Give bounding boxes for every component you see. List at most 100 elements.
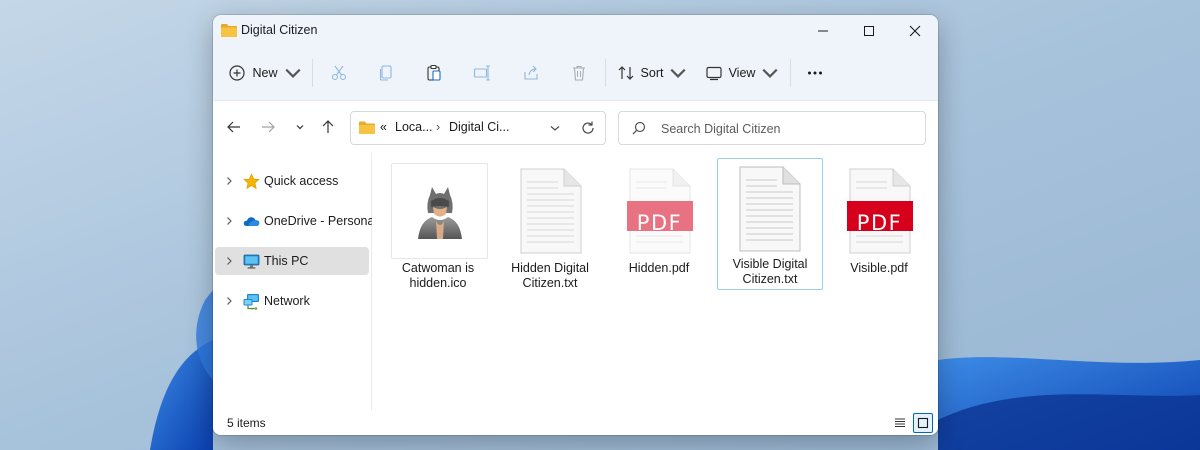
nav-item-this-pc[interactable]: This PC bbox=[215, 247, 369, 275]
file-tile-visible-pdf[interactable]: PDF bbox=[832, 162, 927, 256]
share-icon bbox=[524, 65, 538, 80]
scissors-icon bbox=[331, 65, 347, 81]
file-name: Hidden Digital Citizen.txt bbox=[490, 261, 610, 291]
file-name-line: hidden.ico bbox=[409, 276, 467, 290]
plus-circle-icon bbox=[229, 65, 246, 81]
refresh-icon[interactable] bbox=[580, 120, 596, 136]
file-name: Visible.pdf bbox=[819, 261, 938, 276]
trash-icon bbox=[573, 65, 585, 81]
address-bar[interactable]: « Loca... › Digital Ci... bbox=[350, 111, 606, 145]
pdf-badge-text: PDF bbox=[636, 211, 683, 235]
maximize-icon bbox=[864, 26, 874, 36]
copy-icon bbox=[379, 65, 392, 81]
catwoman-image-icon bbox=[417, 187, 462, 239]
rename-button[interactable] bbox=[466, 57, 498, 89]
toolbar-separator bbox=[312, 59, 313, 87]
address-overflow[interactable]: « bbox=[380, 120, 387, 134]
arrow-up-icon bbox=[322, 120, 334, 133]
chevron-right-icon[interactable] bbox=[224, 256, 234, 266]
file-name: Catwoman is hidden.ico bbox=[378, 261, 498, 291]
nav-label: OneDrive - Personal bbox=[264, 214, 378, 228]
status-bar: 5 items bbox=[213, 410, 938, 435]
onedrive-cloud-icon bbox=[243, 217, 260, 226]
new-button-label: New bbox=[252, 66, 278, 80]
chevron-down-icon bbox=[762, 68, 778, 78]
close-icon bbox=[909, 25, 921, 37]
file-tile-catwoman-ico[interactable] bbox=[391, 163, 488, 259]
file-name-line: Citizen.txt bbox=[742, 272, 798, 286]
star-icon bbox=[243, 173, 260, 190]
recent-locations-button[interactable] bbox=[290, 117, 310, 137]
file-name: Visible Digital Citizen.txt bbox=[710, 257, 830, 287]
view-button[interactable]: View bbox=[703, 57, 781, 89]
chevron-right-icon[interactable] bbox=[224, 216, 234, 226]
network-icon bbox=[243, 294, 259, 310]
nav-label: Network bbox=[264, 294, 310, 308]
nav-item-network[interactable]: Network bbox=[215, 287, 369, 315]
file-name-line: Hidden Digital bbox=[511, 261, 589, 275]
command-bar: New Sort View bbox=[213, 51, 938, 95]
chevron-down-icon bbox=[670, 68, 687, 78]
chevron-right-icon[interactable] bbox=[224, 296, 234, 306]
details-view-button[interactable] bbox=[890, 413, 910, 433]
address-segment-local[interactable]: Loca... bbox=[395, 120, 433, 134]
share-button[interactable] bbox=[515, 57, 547, 89]
minimize-button[interactable] bbox=[800, 15, 846, 47]
cut-button[interactable] bbox=[323, 57, 355, 89]
sort-button-label: Sort bbox=[640, 66, 664, 80]
back-button[interactable] bbox=[224, 117, 244, 137]
pdf-badge-text: PDF bbox=[856, 211, 903, 235]
address-row: « Loca... › Digital Ci... bbox=[213, 100, 938, 153]
new-button[interactable]: New bbox=[227, 57, 303, 89]
text-document-icon bbox=[739, 166, 801, 252]
paste-button[interactable] bbox=[418, 57, 450, 89]
view-button-label: View bbox=[728, 66, 756, 80]
pc-monitor-icon bbox=[243, 254, 260, 269]
chevron-down-icon bbox=[296, 125, 304, 130]
search-box[interactable] bbox=[618, 111, 926, 145]
window-header: Digital Citizen New Sort View bbox=[213, 15, 938, 100]
up-button[interactable] bbox=[318, 117, 338, 137]
file-name-line: Catwoman is bbox=[401, 261, 475, 275]
chevron-down-icon bbox=[284, 68, 301, 78]
file-tile-hidden-pdf[interactable]: PDF bbox=[612, 162, 707, 256]
toolbar-separator bbox=[605, 59, 606, 87]
view-monitor-icon bbox=[705, 66, 722, 81]
more-dots-icon bbox=[808, 71, 822, 75]
minimize-icon bbox=[818, 30, 828, 32]
file-name: Hidden.pdf bbox=[599, 261, 719, 276]
nav-label: Quick access bbox=[264, 174, 339, 188]
maximize-button[interactable] bbox=[846, 15, 892, 47]
text-document-icon bbox=[520, 168, 581, 254]
sort-arrows-icon bbox=[618, 66, 633, 80]
address-separator: › bbox=[436, 120, 441, 134]
sort-button[interactable]: Sort bbox=[615, 57, 689, 89]
chevron-right-icon[interactable] bbox=[224, 176, 234, 186]
chevron-down-icon[interactable] bbox=[547, 120, 563, 136]
file-tile-visible-txt[interactable]: Visible Digital Citizen.txt bbox=[717, 158, 823, 290]
close-button[interactable] bbox=[892, 15, 938, 47]
navigation-pane: Quick access OneDrive - Personal This PC… bbox=[213, 153, 377, 410]
address-segment-digital-citizen[interactable]: Digital Ci... bbox=[449, 120, 509, 134]
more-options-button[interactable] bbox=[799, 57, 831, 89]
list-details-icon bbox=[895, 418, 905, 427]
nav-item-onedrive[interactable]: OneDrive - Personal bbox=[215, 207, 377, 235]
folder-icon bbox=[221, 24, 237, 37]
large-icons-view-icon bbox=[917, 417, 929, 429]
file-tile-hidden-txt[interactable] bbox=[503, 162, 598, 256]
title-bar[interactable]: Digital Citizen bbox=[213, 15, 938, 47]
nav-item-quick-access[interactable]: Quick access bbox=[215, 167, 369, 195]
nav-label: This PC bbox=[264, 254, 309, 268]
search-icon bbox=[632, 121, 646, 135]
arrow-left-icon bbox=[227, 121, 240, 133]
window-title: Digital Citizen bbox=[241, 23, 318, 37]
large-icons-view-button[interactable] bbox=[913, 413, 933, 433]
toolbar-separator bbox=[790, 59, 791, 87]
search-input[interactable] bbox=[659, 118, 913, 140]
copy-button[interactable] bbox=[370, 57, 402, 89]
delete-button[interactable] bbox=[563, 57, 595, 89]
folder-icon bbox=[359, 121, 375, 134]
clipboard-icon bbox=[427, 64, 441, 81]
forward-button[interactable] bbox=[258, 117, 278, 137]
file-name-line: Hidden.pdf bbox=[628, 261, 690, 275]
